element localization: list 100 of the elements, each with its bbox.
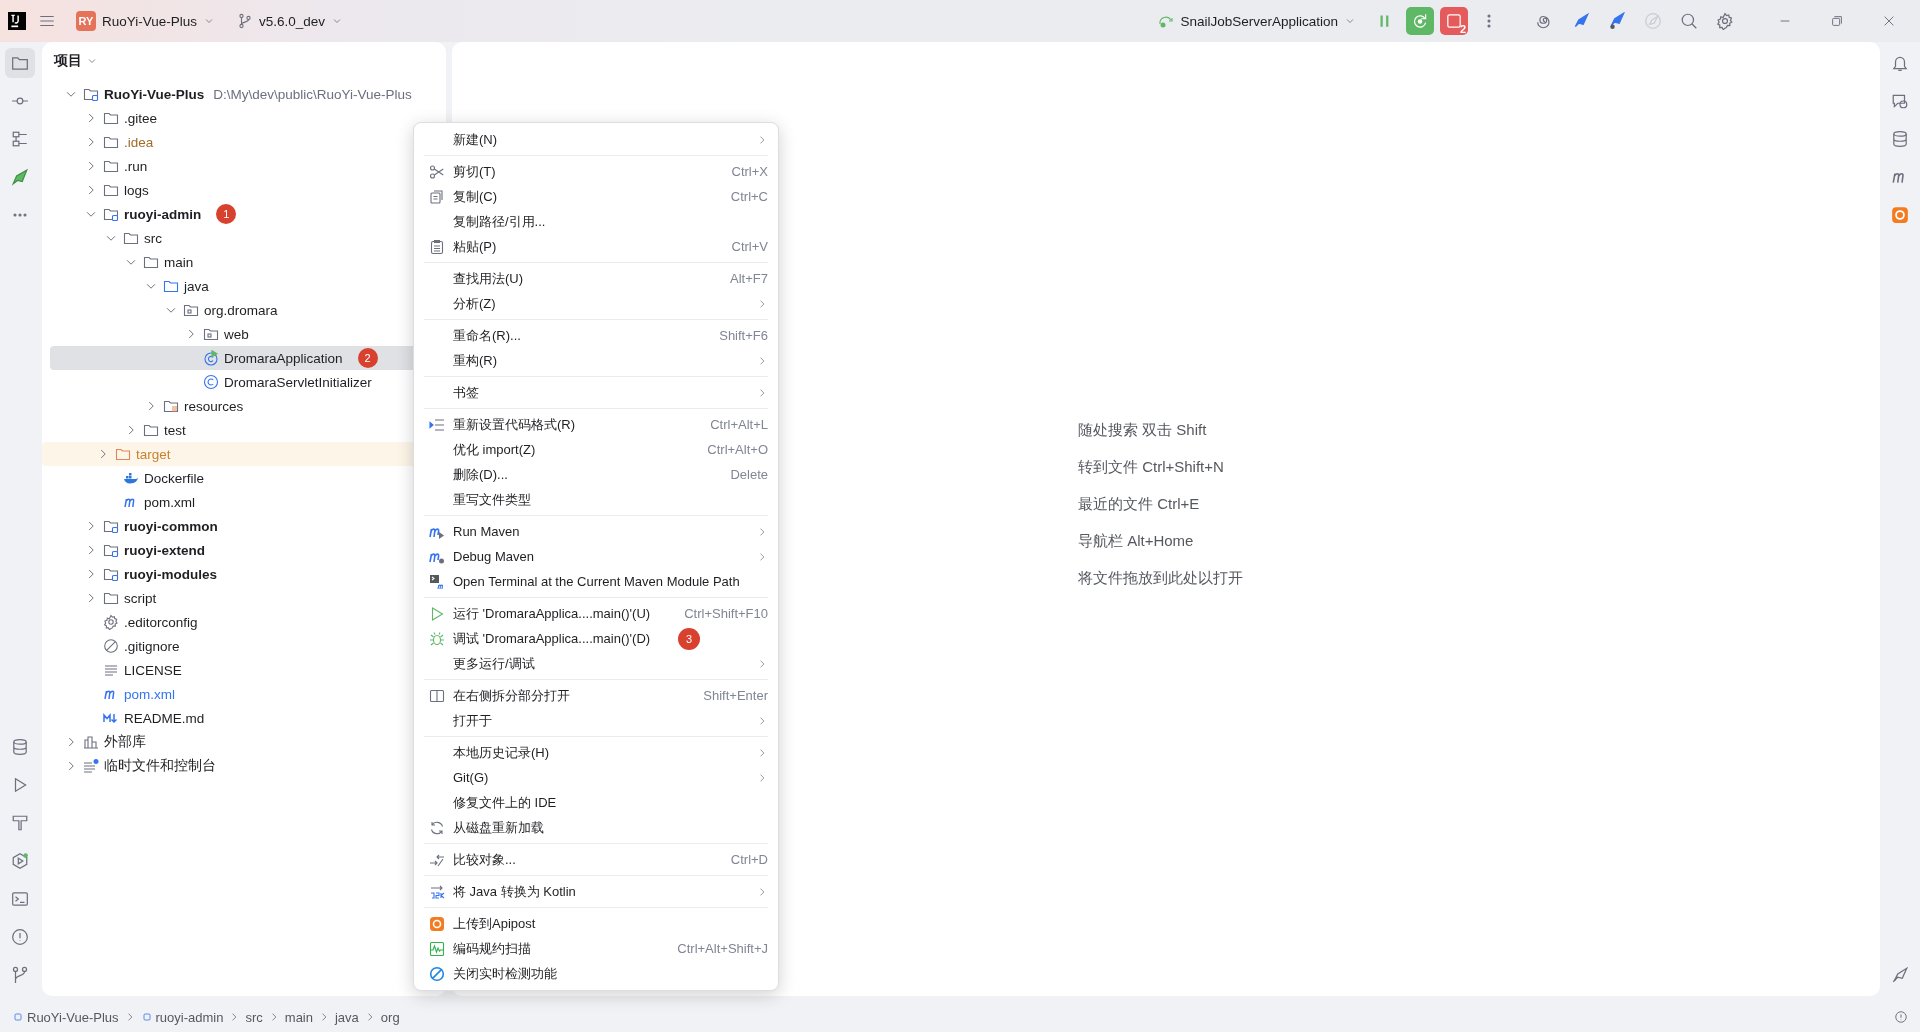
project-path: D:\My\dev\public\RuoYi-Vue-Plus bbox=[213, 86, 412, 102]
menu-item[interactable]: 关闭实时检测功能 bbox=[414, 961, 778, 986]
step-badge: 2 bbox=[357, 348, 378, 368]
j2k-icon bbox=[429, 883, 445, 900]
run-config-selector[interactable]: SnailJobServerApplication bbox=[1150, 9, 1364, 33]
package-icon bbox=[183, 302, 199, 318]
module-icon bbox=[12, 1011, 24, 1023]
problems-icon bbox=[11, 928, 29, 946]
menu-item[interactable]: 将 Java 转换为 Kotlin bbox=[414, 879, 778, 904]
folder-icon bbox=[103, 182, 119, 198]
hint-text: 导航栏 Alt+Home bbox=[1078, 531, 1195, 551]
rocket-plugin-icon bbox=[11, 168, 29, 186]
rocket-bug-icon bbox=[1608, 12, 1626, 30]
indent-lines-icon bbox=[429, 416, 445, 433]
scissors-icon bbox=[429, 163, 445, 180]
apipost-icon bbox=[1891, 206, 1909, 224]
breadcrumb-item[interactable]: ruoyi-admin bbox=[140, 1009, 224, 1025]
rerun-button[interactable] bbox=[1406, 7, 1434, 35]
waveform-icon bbox=[429, 940, 445, 957]
breadcrumb-item[interactable]: org bbox=[380, 1009, 400, 1025]
shortcut-label: Shift+Enter bbox=[703, 688, 768, 703]
shortcut-label: Ctrl+Alt+Shift+J bbox=[677, 941, 768, 956]
apipost-icon bbox=[429, 915, 445, 932]
hint-text: 转到文件 Ctrl+Shift+N bbox=[1078, 457, 1225, 477]
services-icon bbox=[11, 852, 29, 870]
branch-icon bbox=[237, 13, 254, 29]
restore-icon bbox=[1830, 14, 1844, 28]
hint-text: 随处搜索 双击 Shift bbox=[1078, 420, 1208, 440]
hint-text: 将文件拖放到此处以打开 bbox=[1078, 568, 1244, 588]
module-folder-icon bbox=[103, 206, 119, 222]
copy-icon bbox=[429, 188, 445, 205]
stop-button[interactable]: 2 bbox=[1440, 7, 1468, 35]
class-icon bbox=[203, 374, 219, 390]
source-folder-icon bbox=[163, 278, 179, 294]
hint-text: 最近的文件 Ctrl+E bbox=[1078, 494, 1201, 514]
class-icon bbox=[203, 350, 219, 366]
close-icon bbox=[1882, 14, 1896, 28]
module-folder-icon bbox=[103, 518, 119, 534]
breadcrumb-item[interactable]: src bbox=[245, 1009, 263, 1025]
git-icon bbox=[11, 966, 29, 984]
shortcut-label: Ctrl+Alt+L bbox=[710, 417, 768, 432]
tree-item[interactable]: RuoYi-Vue-Plus D:\My\dev\public\RuoYi-Vue-Plus bbox=[50, 82, 438, 106]
shortcut-label: Ctrl+C bbox=[730, 189, 768, 204]
ai-chat-icon bbox=[1891, 92, 1909, 110]
shortcut-label: Alt+F7 bbox=[730, 271, 768, 286]
database-icon bbox=[11, 738, 29, 756]
scratch-list-icon bbox=[83, 758, 99, 774]
module-icon bbox=[140, 1011, 153, 1023]
search-icon bbox=[1680, 12, 1698, 30]
prohibited-icon bbox=[103, 638, 119, 654]
status-icon[interactable] bbox=[1894, 1010, 1908, 1024]
menu-item[interactable]: 编码规约扫描 Ctrl+Alt+Shift+J bbox=[414, 936, 778, 961]
bug-icon bbox=[429, 630, 445, 647]
shortcut-label: Ctrl+Shift+F10 bbox=[684, 606, 768, 621]
breadcrumb-item[interactable]: java bbox=[335, 1009, 359, 1025]
shortcut-label: Ctrl+V bbox=[731, 239, 768, 254]
project-button[interactable] bbox=[5, 48, 35, 78]
terminal-maven-icon bbox=[429, 573, 445, 590]
branch-switcher[interactable]: v5.6.0_dev bbox=[229, 9, 352, 33]
folder-icon bbox=[143, 254, 159, 270]
rocket-icon bbox=[1572, 12, 1590, 30]
tree-item[interactable]: .gitee bbox=[50, 106, 438, 130]
shortcut-label: Shift+F6 bbox=[719, 328, 768, 343]
split-view-icon bbox=[429, 687, 445, 704]
app-logo-icon[interactable] bbox=[8, 12, 26, 30]
folder-icon bbox=[143, 422, 159, 438]
menu-item[interactable]: 修复文件上的 IDE bbox=[414, 790, 778, 815]
folder-icon bbox=[103, 134, 119, 150]
module-folder-icon bbox=[83, 86, 99, 102]
module-folder-icon bbox=[103, 566, 119, 582]
shortcut-label: Delete bbox=[730, 467, 768, 482]
bar-chart-icon bbox=[83, 734, 99, 750]
breadcrumb-item[interactable]: main bbox=[284, 1009, 313, 1025]
menu-item[interactable]: 比较对象... Ctrl+D bbox=[414, 847, 778, 872]
terminal-icon bbox=[11, 890, 29, 908]
text-file-icon bbox=[103, 662, 119, 678]
build-icon bbox=[11, 814, 29, 832]
project-switcher[interactable]: RY RuoYi-Vue-Plus bbox=[68, 7, 224, 35]
whale-icon bbox=[123, 470, 139, 486]
project-badge: RY bbox=[76, 11, 96, 31]
gear-icon bbox=[103, 614, 119, 630]
database-icon bbox=[1891, 130, 1909, 148]
shortcut-label: Ctrl+Alt+O bbox=[707, 442, 768, 457]
project-view-selector[interactable]: 项目 bbox=[54, 52, 98, 70]
folder-icon bbox=[115, 446, 131, 462]
menu-item[interactable]: 从磁盘重新加载 bbox=[414, 815, 778, 840]
shortcut-label: Ctrl+D bbox=[730, 852, 768, 867]
prohibited-icon bbox=[429, 965, 445, 982]
resources-folder-icon bbox=[163, 398, 179, 414]
more-icon bbox=[1487, 13, 1491, 29]
process-count: 2 bbox=[1459, 23, 1466, 35]
folder-icon bbox=[103, 158, 119, 174]
menu-item[interactable]: 上传到Apipost bbox=[414, 911, 778, 936]
breadcrumb-item[interactable]: RuoYi-Vue-Plus bbox=[12, 1009, 119, 1025]
markdown-icon bbox=[103, 710, 119, 726]
rocket-status-icon bbox=[1891, 966, 1909, 984]
structure-icon bbox=[11, 130, 29, 148]
folder-icon bbox=[123, 230, 139, 246]
project-icon bbox=[11, 54, 29, 72]
step-badge: 3 bbox=[678, 627, 701, 650]
